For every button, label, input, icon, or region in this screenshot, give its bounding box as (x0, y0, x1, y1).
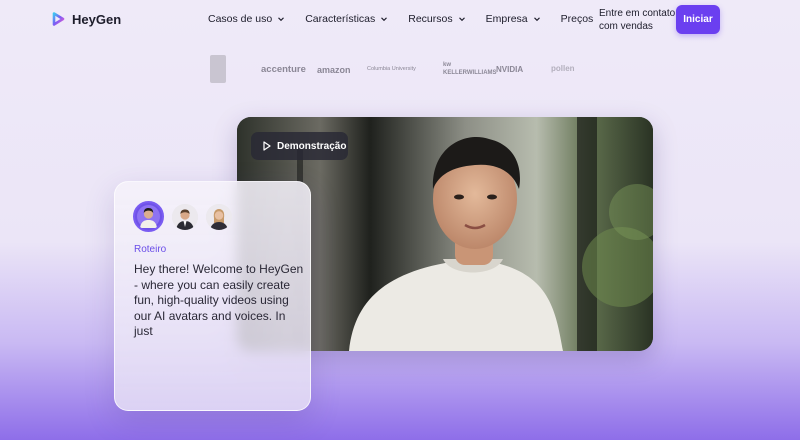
chevron-down-icon (278, 17, 285, 22)
start-button[interactable]: Iniciar (676, 5, 720, 34)
logo-nvidia: NVIDIA (496, 65, 524, 74)
avatar-option-man-suit[interactable] (172, 203, 198, 230)
chevron-down-icon (533, 17, 540, 22)
script-card: Roteiro Hey there! Welcome to HeyGen - w… (114, 181, 311, 411)
logo-pollen: pollen (551, 64, 575, 73)
menu-empresa[interactable]: Empresa (486, 13, 541, 25)
script-text[interactable]: Hey there! Welcome to HeyGen - where you… (134, 262, 304, 340)
heygen-logo-icon (52, 12, 65, 26)
script-label: Roteiro (134, 244, 167, 255)
contact-sales-link[interactable]: Entre em contato com vendas (599, 7, 677, 33)
logo-columbia: Columbia University (367, 66, 416, 72)
demo-label: Demonstração (277, 140, 347, 152)
menu-label: Características (305, 13, 376, 25)
avatar-selected[interactable] (133, 201, 164, 232)
main-menu: Casos de uso Características Recursos Em… (208, 13, 613, 25)
chevron-down-icon (381, 17, 388, 22)
menu-label: Recursos (408, 13, 453, 25)
menu-label: Preços (560, 13, 594, 25)
menu-casos-de-uso[interactable]: Casos de uso (208, 13, 285, 25)
avatar-woman-icon (206, 203, 232, 230)
menu-label: Casos de uso (208, 13, 273, 25)
logo-accenture: accenture (261, 64, 306, 75)
avatar-selector (133, 201, 232, 232)
brand-name: HeyGen (72, 11, 122, 27)
avatar-man-suit-icon (172, 203, 198, 230)
avatar-option-woman[interactable] (206, 203, 232, 230)
top-navigation: HeyGen Casos de uso Características Recu… (0, 0, 800, 40)
menu-recursos[interactable]: Recursos (408, 13, 465, 25)
menu-label: Empresa (485, 13, 528, 25)
logo-keller-williams: kw KELLERWILLIAMS (443, 62, 497, 76)
demo-play-button[interactable]: Demonstração (251, 132, 348, 160)
avatar-man-icon (137, 205, 160, 228)
menu-caracteristicas[interactable]: Características (305, 13, 388, 25)
logo-amazon: amazon (317, 65, 351, 75)
chevron-down-icon (458, 17, 465, 22)
heygen-logo[interactable]: HeyGen (50, 11, 121, 27)
customer-logos: accenture amazon Columbia University kw … (170, 55, 600, 85)
play-icon (263, 141, 271, 151)
menu-precos[interactable]: Preços (561, 13, 594, 25)
un-emblem-logo (210, 55, 226, 83)
